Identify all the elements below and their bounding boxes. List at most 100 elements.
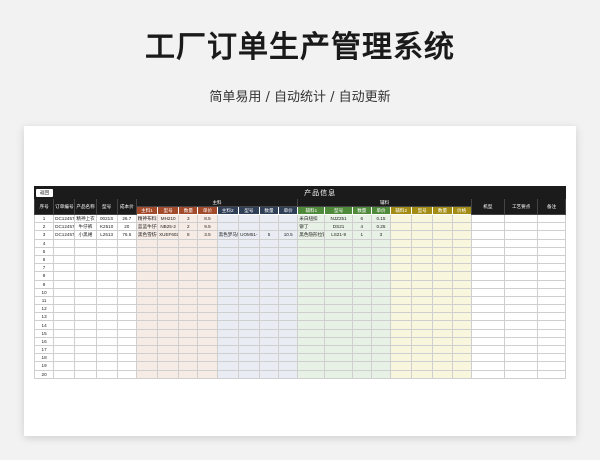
table-cell[interactable] [470, 279, 506, 289]
table-cell[interactable] [157, 263, 180, 273]
table-cell[interactable]: 9.5 [197, 222, 218, 232]
table-cell[interactable] [370, 344, 392, 355]
table-cell[interactable] [53, 279, 76, 289]
table-cell[interactable]: 8 [178, 230, 199, 240]
table-cell[interactable] [470, 213, 506, 224]
table-cell[interactable] [157, 336, 180, 347]
table-cell[interactable] [237, 222, 260, 232]
table-cell[interactable] [432, 213, 453, 224]
table-cell[interactable] [432, 263, 453, 273]
table-cell[interactable]: 20 [33, 369, 55, 379]
table-cell[interactable] [432, 254, 453, 265]
table-cell[interactable] [297, 336, 326, 347]
table-cell[interactable]: 2 [178, 222, 199, 232]
table-cell[interactable] [95, 344, 118, 355]
table-cell[interactable] [178, 246, 199, 256]
table-cell[interactable]: 5 [258, 230, 280, 240]
table-cell[interactable] [135, 295, 159, 306]
table-cell[interactable] [537, 353, 566, 363]
table-cell[interactable] [537, 287, 566, 297]
table-cell[interactable] [351, 361, 372, 371]
table-cell[interactable] [432, 353, 453, 363]
table-cell[interactable] [432, 304, 453, 314]
table-cell[interactable] [278, 279, 299, 289]
table-cell[interactable] [351, 279, 372, 289]
table-cell[interactable] [432, 361, 453, 371]
table-cell[interactable]: 6 [351, 213, 372, 224]
table-cell[interactable] [470, 328, 506, 338]
table-cell[interactable]: 精神上衣 [74, 213, 97, 224]
table-cell[interactable] [74, 246, 97, 256]
table-cell[interactable] [197, 353, 218, 363]
table-cell[interactable] [178, 353, 199, 363]
table-cell[interactable] [324, 295, 353, 306]
table-cell[interactable] [432, 222, 453, 232]
table-cell[interactable] [503, 271, 539, 281]
table-cell[interactable]: 7 [33, 263, 55, 273]
table-cell[interactable] [74, 361, 97, 371]
table-cell[interactable] [116, 279, 137, 289]
table-cell[interactable] [258, 279, 280, 289]
table-cell[interactable]: 2 [33, 222, 55, 232]
table-cell[interactable] [411, 369, 434, 379]
table-cell[interactable] [390, 279, 413, 289]
table-cell[interactable]: DS21 [324, 222, 353, 232]
table-cell[interactable] [116, 304, 137, 314]
table-cell[interactable] [451, 263, 472, 273]
table-cell[interactable] [216, 287, 239, 297]
table-cell[interactable] [432, 238, 453, 248]
table-cell[interactable] [237, 279, 260, 289]
table-cell[interactable] [351, 320, 372, 330]
table-cell[interactable] [351, 254, 372, 265]
table-cell[interactable]: DC124578 [53, 213, 76, 224]
table-cell[interactable]: 5 [33, 246, 55, 256]
table-cell[interactable] [237, 361, 260, 371]
table-cell[interactable] [370, 361, 392, 371]
table-cell[interactable] [451, 369, 472, 379]
table-cell[interactable] [258, 287, 280, 297]
table-cell[interactable] [470, 238, 506, 248]
table-cell[interactable] [53, 295, 76, 306]
table-cell[interactable] [197, 238, 218, 248]
table-cell[interactable] [178, 344, 199, 355]
table-cell[interactable]: 14 [33, 320, 55, 330]
table-cell[interactable] [324, 361, 353, 371]
table-cell[interactable] [411, 230, 434, 240]
table-cell[interactable] [135, 263, 159, 273]
table-cell[interactable]: UOM51- [237, 230, 260, 240]
table-cell[interactable] [324, 312, 353, 322]
table-cell[interactable] [370, 320, 392, 330]
table-cell[interactable] [116, 336, 137, 347]
table-cell[interactable] [53, 304, 76, 314]
table-cell[interactable] [390, 336, 413, 347]
table-cell[interactable] [278, 312, 299, 322]
table-cell[interactable] [197, 328, 218, 338]
table-cell[interactable] [95, 369, 118, 379]
table-cell[interactable] [411, 254, 434, 265]
table-cell[interactable] [197, 263, 218, 273]
table-cell[interactable] [503, 295, 539, 306]
table-cell[interactable] [411, 263, 434, 273]
table-cell[interactable]: 3 [370, 230, 392, 240]
table-cell[interactable] [351, 238, 372, 248]
table-cell[interactable] [390, 353, 413, 363]
table-cell[interactable] [451, 344, 472, 355]
table-cell[interactable] [451, 254, 472, 265]
table-cell[interactable] [297, 295, 326, 306]
table-cell[interactable] [370, 263, 392, 273]
table-cell[interactable] [278, 320, 299, 330]
table-cell[interactable] [178, 263, 199, 273]
table-cell[interactable] [95, 328, 118, 338]
table-cell[interactable] [178, 336, 199, 347]
table-cell[interactable] [157, 320, 180, 330]
table-cell[interactable] [411, 295, 434, 306]
table-cell[interactable] [95, 246, 118, 256]
table-cell[interactable] [178, 369, 199, 379]
table-cell[interactable] [297, 271, 326, 281]
table-cell[interactable] [135, 279, 159, 289]
table-cell[interactable] [258, 361, 280, 371]
table-cell[interactable] [470, 320, 506, 330]
table-cell[interactable] [178, 287, 199, 297]
table-cell[interactable]: MH210 [157, 213, 180, 224]
table-cell[interactable]: L2513 [95, 230, 118, 240]
